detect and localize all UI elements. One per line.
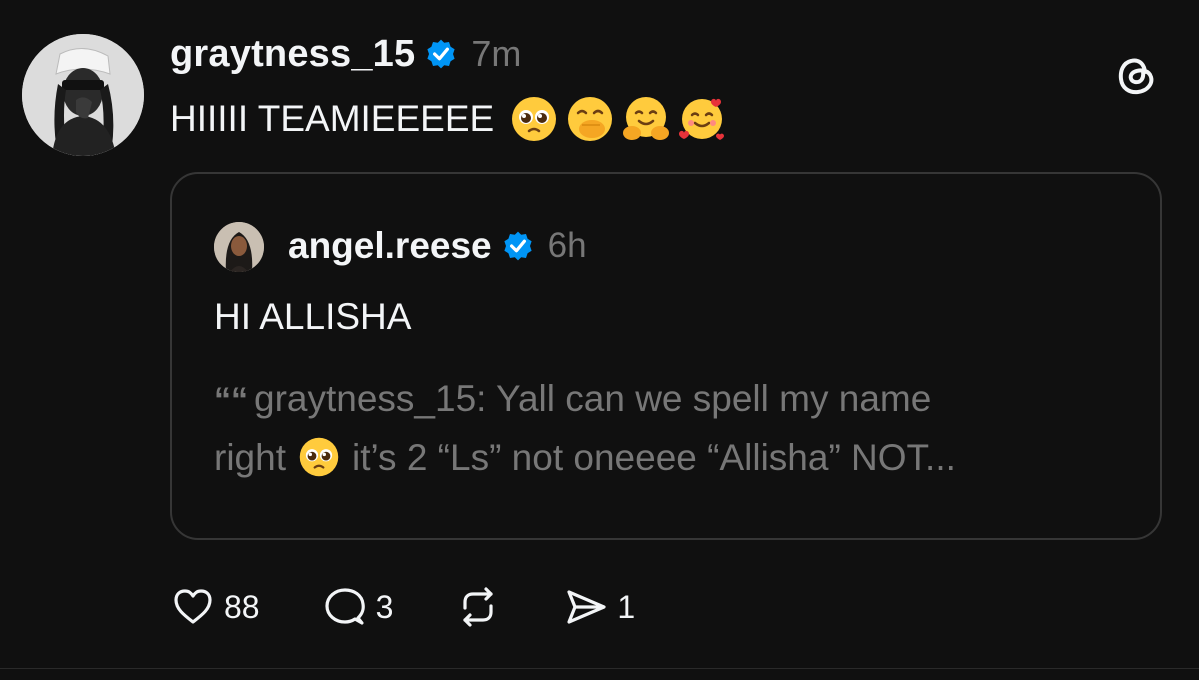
quoted-post-timestamp: 6h — [547, 226, 587, 265]
author-username[interactable]: graytness_15 — [170, 33, 415, 76]
nested-quote-line-2: right it’s 2 “Ls” not oneeee “Allisha” N… — [214, 429, 1114, 487]
emoji-row — [510, 95, 726, 143]
quoted-post-card[interactable]: angel.reese 6h HI ALLISHA ““ graytness_15… — [170, 172, 1162, 540]
share-count: 1 — [617, 588, 636, 625]
post-header: graytness_15 7m — [170, 28, 521, 80]
repost-button[interactable] — [455, 584, 501, 630]
reply-button[interactable]: 3 — [322, 584, 394, 630]
reply-count: 3 — [375, 588, 394, 625]
verified-badge-icon — [502, 230, 534, 262]
action-bar: 88 3 1 — [170, 582, 635, 632]
like-count: 88 — [224, 588, 260, 625]
nested-quote-text-2b: it’s 2 “Ls” not oneeee “Allisha” NOT... — [351, 437, 956, 478]
quoted-post-text: HI ALLISHA — [214, 296, 412, 337]
heart-icon — [170, 584, 216, 630]
quoted-post-header: angel.reese 6h — [288, 222, 587, 270]
post-body: HIIIII TEAMIEEEEE — [170, 93, 726, 145]
nested-quote-line-1: ““ graytness_15: Yall can we spell my nam… — [214, 370, 1114, 429]
nested-quote-text-2a: right — [214, 437, 286, 478]
smiling-face-with-hearts-emoji-icon — [678, 95, 726, 143]
hugging-face-emoji-icon — [622, 95, 670, 143]
post-text: HIIIII TEAMIEEEEE — [170, 98, 495, 139]
verified-badge-icon — [425, 38, 457, 70]
pleading-face-emoji-icon — [298, 436, 340, 478]
nested-quote: ““ graytness_15: Yall can we spell my nam… — [214, 370, 1114, 487]
like-button[interactable]: 88 — [170, 584, 260, 630]
quote-mark-icon: ““ — [214, 381, 248, 419]
comment-icon — [322, 584, 368, 630]
post-timestamp: 7m — [471, 33, 522, 74]
quoted-author-avatar[interactable] — [214, 222, 264, 272]
repost-icon — [455, 584, 501, 630]
pleading-face-emoji-icon — [510, 95, 558, 143]
post-divider — [0, 668, 1199, 669]
nested-quote-text-1: graytness_15: Yall can we spell my name — [254, 378, 932, 419]
send-icon — [563, 584, 609, 630]
threads-logo-icon[interactable] — [1112, 50, 1162, 100]
author-avatar[interactable] — [22, 34, 144, 156]
quoted-author-username[interactable]: angel.reese — [288, 225, 492, 267]
thread-post: graytness_15 7m HIIIII TEAMIEEEEE angel.… — [0, 0, 1199, 680]
face-with-hand-over-mouth-emoji-icon — [566, 95, 614, 143]
share-button[interactable]: 1 — [563, 584, 635, 630]
